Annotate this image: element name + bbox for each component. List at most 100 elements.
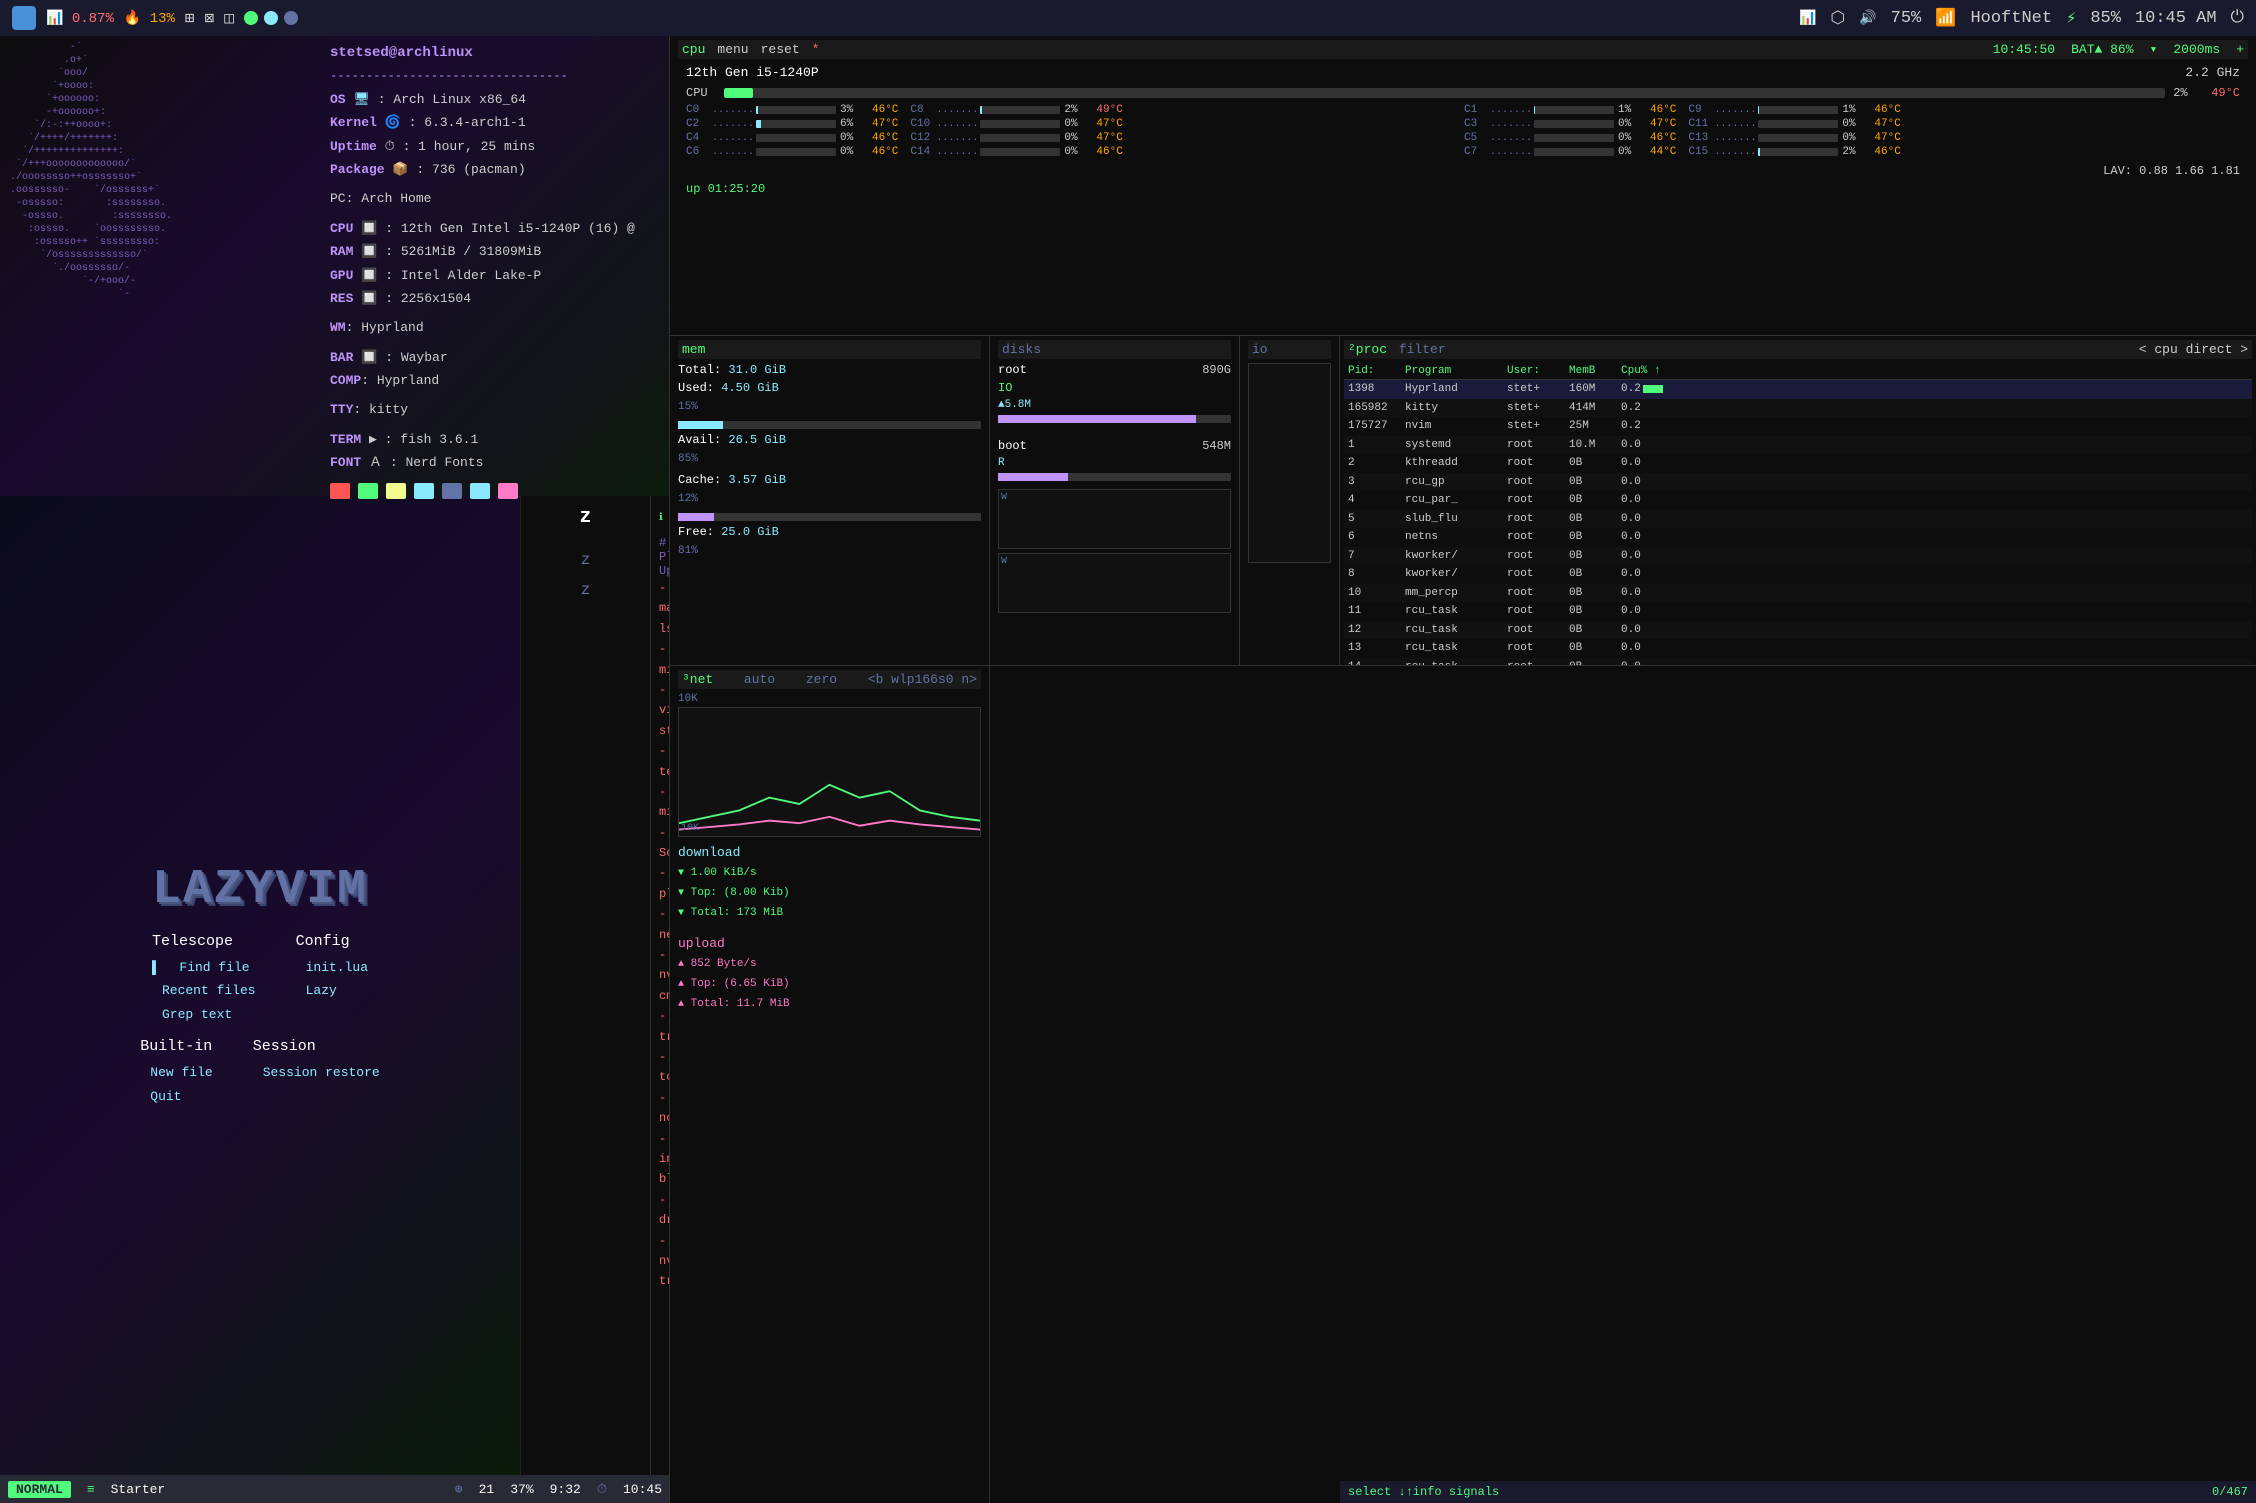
color-yellow [386,483,406,499]
topbar: 📊 0.87% 🔥 13% ⊞ ⊠ ◫ 📊 ⬡ 🔊 75% 📶 HooftNet… [0,0,2256,36]
proc-header-right: < cpu direct > [2139,342,2248,357]
proc-row-165982[interactable]: 165982kittystet+414M0.2 [1344,399,2252,418]
proc-row-4[interactable]: 4rcu_par_root0B0.0 [1344,491,2252,510]
proc-row-11[interactable]: 11rcu_taskroot0B0.0 [1344,602,2252,621]
packages-row: Package 📦 : 736 (pacman) [330,158,635,181]
cpu-main-bar-row: CPU 2% 49°C [678,86,2248,100]
menu-tab[interactable]: menu [717,42,748,57]
mem-label[interactable]: mem [682,342,705,357]
core-c6: C6 ......... 0% 46°C C14 ......... 0% 46… [686,146,1462,158]
builtin-title: Built-in [140,1038,212,1055]
proc-row-3[interactable]: 3rcu_gproot0B0.0 [1344,473,2252,492]
proc-row-12[interactable]: 12rcu_taskroot0B0.0 [1344,621,2252,640]
bottom-right-empty [990,666,2256,1503]
net-label[interactable]: ³net [682,672,713,687]
lazy-item[interactable]: Lazy [296,979,368,1002]
download-speed: ▼ 1.00 KiB/s [678,864,981,884]
cpu-progress-bar [724,88,2165,98]
z-item-1: z [581,551,591,569]
config-title: Config [296,933,368,950]
cpu-direct-label[interactable]: < cpu direct > [2139,342,2248,357]
io-label[interactable]: io [1252,342,1268,357]
plus-icon[interactable]: + [2236,42,2244,57]
neofetch-sep: --------------------------------- [330,66,635,88]
cpu-panel: cpu menu reset * 10:45:50 BAT▲ 86% ▾ 200… [670,36,2256,336]
app-icon[interactable] [12,6,36,30]
net-stats: download ▼ 1.00 KiB/s ▼ Top: (8.00 Kib) … [678,841,981,1015]
grep-text-item[interactable]: Grep text [152,1003,256,1026]
proc-row-8[interactable]: 8kworker/root0B0.0 [1344,565,2252,584]
cpu-cores-grid: C0 ......... 3% 46°C C8 ......... 2% 49°… [678,104,2248,158]
io-panel-header: io [1248,340,1331,359]
lazyvim-section: LAZYVIM Telescope ▌ Find file Recent fil… [0,496,669,1475]
disks-label[interactable]: disks [1002,342,1041,357]
tty-row: TTY: kitty [330,398,635,421]
color-green [358,483,378,499]
dot-3[interactable] [284,11,298,25]
upload-total: ▲ Total: 11.7 MiB [678,995,981,1015]
mem-used-bar-fill [678,421,723,429]
cpu-bat: BAT▲ 86% [2071,42,2133,57]
header-pid: Pid: [1348,365,1403,377]
proc-row-14[interactable]: 14rcu_taskroot0B0.0 [1344,658,2252,666]
os-row: OS 🖥 : Arch Linux x86_64 [330,88,635,111]
cpu-tab[interactable]: cpu [682,42,705,57]
dot-1[interactable] [244,11,258,25]
proc-label[interactable]: ²proc [1348,342,1387,357]
power-button[interactable]: ⏻ [2231,8,2244,28]
proc-row-5[interactable]: 5slub_fluroot0B0.0 [1344,510,2252,529]
z-item-2: z [581,581,591,599]
reset-tab[interactable]: reset [761,42,800,57]
status-starter: Starter [111,1482,166,1497]
session-restore-item[interactable]: Session restore [253,1061,380,1084]
io-val: ▲5.8M [998,399,1031,411]
mode-badge: NORMAL [8,1481,71,1498]
core-c5: C5 ......... 0% 46°C C13 ......... 0% 47… [1464,132,2240,144]
dot-2[interactable] [264,11,278,25]
boot-val: 548M [1202,439,1231,453]
cpu-panel-tabs: cpu menu reset * [682,42,819,57]
ram-row: RAM 🔲 : 5261MiB / 31809MiB [330,240,635,263]
plugin-mason: - mason-lspc [659,578,661,639]
mem-avail-pct: 85% [678,451,981,465]
find-file-cursor: ▌ [152,960,160,975]
quit-item[interactable]: Quit [140,1085,212,1108]
auto-label[interactable]: auto [744,672,775,687]
cpu-bar-fill [724,88,753,98]
new-file-item[interactable]: New file [140,1061,212,1084]
filter-label[interactable]: filter [1399,342,1446,357]
topbar-right: 📊 ⬡ 🔊 75% 📶 HooftNet ⚡ 85% 10:45 AM ⏻ [1799,8,2244,29]
status-clock-icon: ⏱ [597,1482,607,1497]
proc-row-10[interactable]: 10mm_percproot0B0.0 [1344,584,2252,603]
recent-files-item[interactable]: Recent files [152,979,256,1002]
term-row: TERM ▶ : fish 3.6.1 [330,428,635,451]
session-title: Session [253,1038,380,1055]
lazyvim-logo-section: LAZYVIM Telescope ▌ Find file Recent fil… [0,496,520,1475]
gpu-row: GPU 🔲 : Intel Alder Lake-P [330,264,635,287]
topbar-icon1: ⊞ [185,8,195,28]
find-file-item[interactable]: ▌ Find file [152,956,256,979]
plugin-noice: - noice.nvim [659,1088,661,1129]
proc-row-1398[interactable]: 1398 Hyprland stet+ 160M 0.2 [1344,380,2252,399]
mem-1398: 160M [1569,381,1619,398]
proc-row-13[interactable]: 13rcu_taskroot0B0.0 [1344,639,2252,658]
clock: 10:45 AM [2135,9,2217,28]
disk-boot-bar [998,473,1231,481]
proc-row-2[interactable]: 2kthreaddroot0B0.0 [1344,454,2252,473]
mem-free-pct: 81% [678,543,981,557]
cpu-label-text: CPU [686,86,716,100]
uptime-value: up 01:25:20 [686,182,765,196]
init-lua-item[interactable]: init.lua [296,956,368,979]
proc-row-175727[interactable]: 175727nvimstet+25M0.2 [1344,417,2252,436]
pc-label: PC: Arch Home [330,187,635,210]
proc-row-6[interactable]: 6netnsroot0B0.0 [1344,528,2252,547]
proc-row-7[interactable]: 7kworker/root0B0.0 [1344,547,2252,566]
mem-used: Used: 4.50 GiB [678,381,981,395]
cpu-refresh: 2000ms [2173,42,2220,57]
plugin-dressing: - dressing.n [659,1190,661,1231]
proc-row-1[interactable]: 1systemdroot10.M0.0 [1344,436,2252,455]
wifi-icon: 📶 [1935,8,1956,29]
disk-io-val: ▲5.8M [998,399,1231,411]
zero-label[interactable]: zero [806,672,837,687]
disk-boot-header: boot 548M [998,439,1231,453]
